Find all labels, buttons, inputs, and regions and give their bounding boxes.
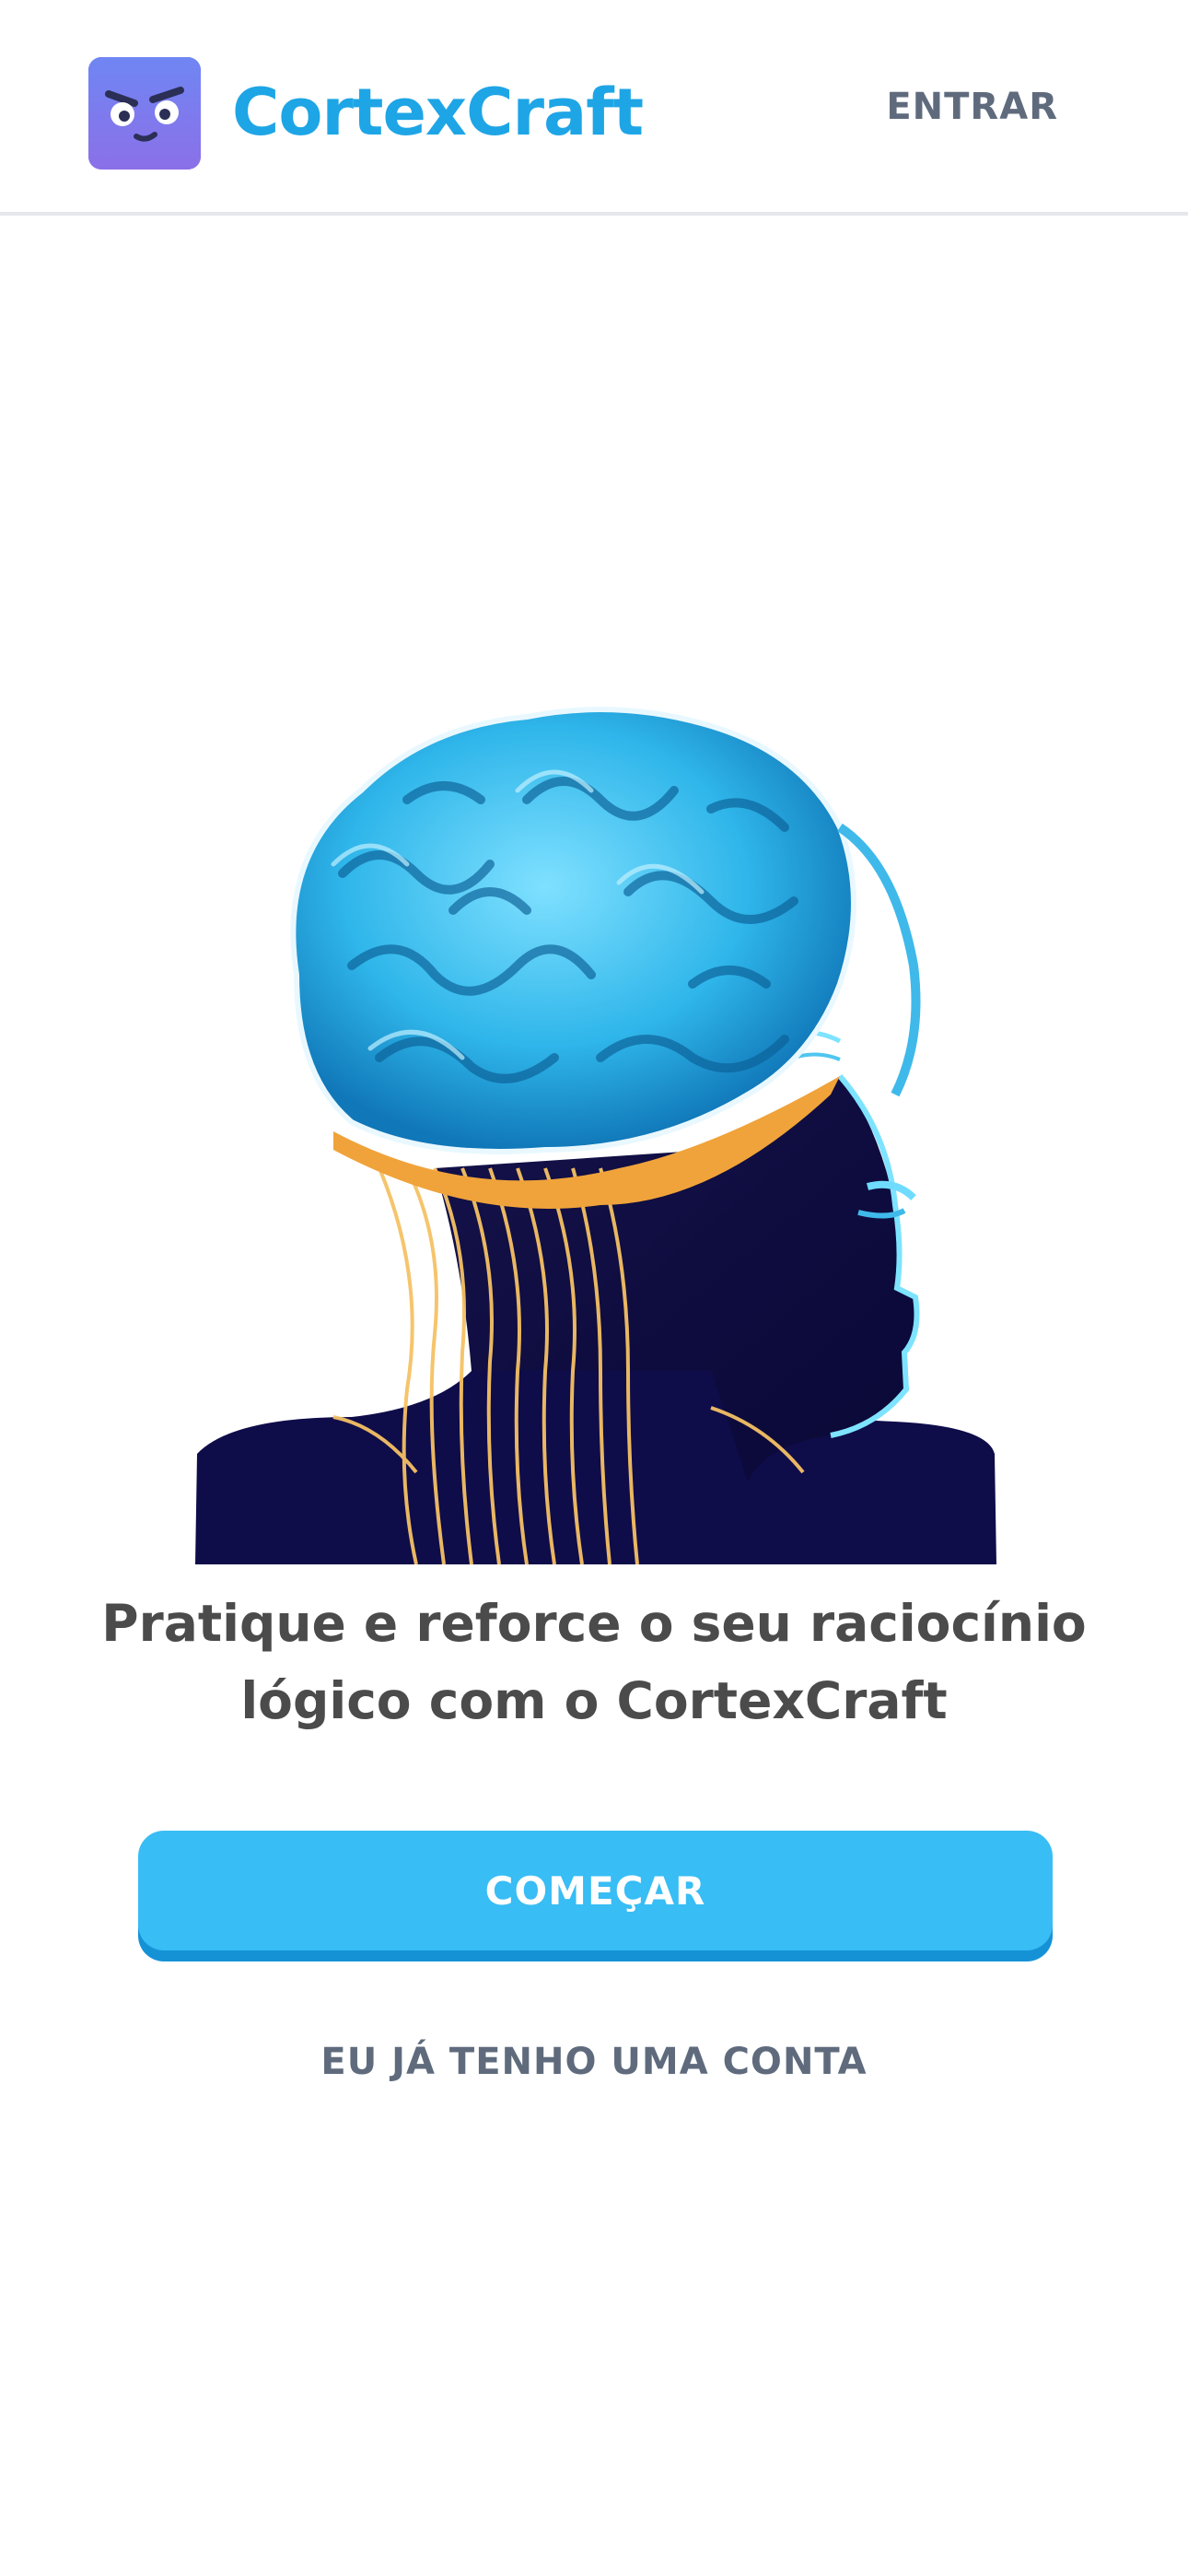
headline: Pratique e reforce o seu raciocínio lógi… <box>101 1594 1087 1730</box>
brand-name: CortexCraft <box>232 75 644 150</box>
existing-account-link[interactable]: EU JÁ TENHO UMA CONTA <box>0 2034 1188 2090</box>
app-logo-icon <box>88 57 201 170</box>
brain-head-illustration <box>195 689 996 1565</box>
welcome-screen: CortexCraft ENTRAR Pratique e reforce o … <box>0 0 1188 2576</box>
top-bar: CortexCraft ENTRAR <box>0 0 1188 216</box>
login-button[interactable]: ENTRAR <box>886 79 1058 135</box>
start-button-label: COMEÇAR <box>484 1868 706 1914</box>
start-button[interactable]: COMEÇAR <box>138 1831 1053 1950</box>
